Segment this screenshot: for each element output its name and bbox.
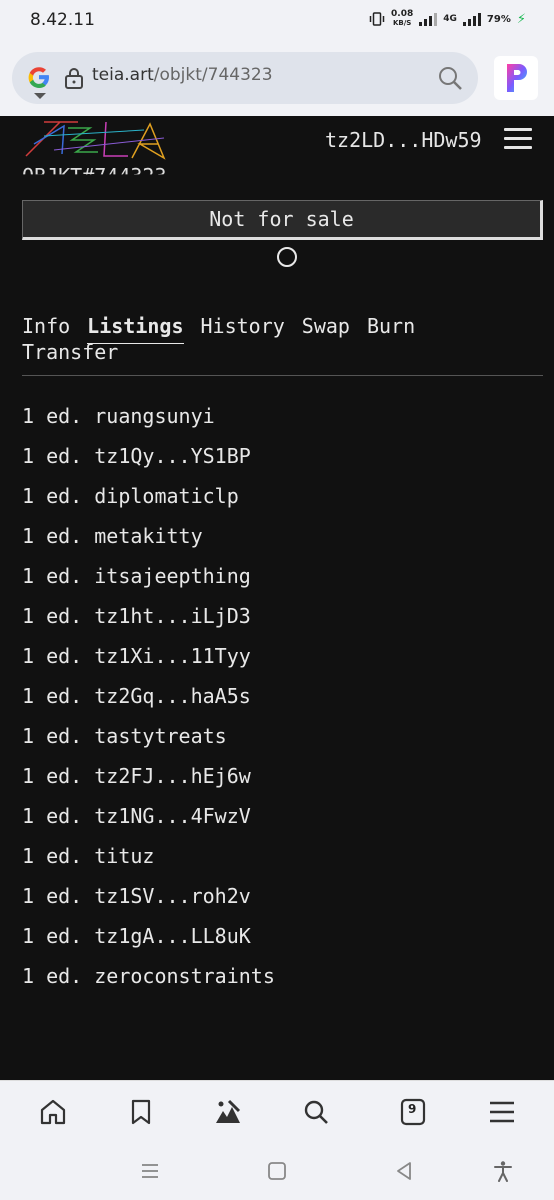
tab-history[interactable]: History	[201, 312, 285, 340]
listing-editions: 1 ed.	[22, 924, 83, 948]
listing-holder-link[interactable]: tz1Qy...YS1BP	[94, 444, 251, 468]
listing-editions: 1 ed.	[22, 524, 83, 548]
lock-icon[interactable]	[64, 66, 84, 90]
listing-row: 1 ed. ruangsunyi	[22, 401, 543, 441]
listing-holder-link[interactable]: tz1SV...roh2v	[94, 884, 251, 908]
listing-editions: 1 ed.	[22, 404, 83, 428]
listing-row: 1 ed. tz1Xi...11Tyy	[22, 641, 543, 681]
listing-editions: 1 ed.	[22, 604, 83, 628]
tabs-icon[interactable]: 9	[399, 1097, 429, 1127]
network-type: 4G	[443, 14, 457, 24]
extension-button[interactable]	[494, 56, 538, 100]
browser-toolbar: teia.art/objkt/744323	[0, 40, 554, 116]
net-speed: 0.08 KB/S	[391, 10, 413, 28]
listing-holder-link[interactable]: tz1ht...iLjD3	[94, 604, 251, 628]
bookmark-icon[interactable]	[126, 1097, 156, 1127]
listing-holder-link[interactable]: tz2Gq...haA5s	[94, 684, 251, 708]
listing-row: 1 ed. tz1Qy...YS1BP	[22, 441, 543, 481]
signal-icon	[419, 12, 438, 26]
listing-holder-link[interactable]: zeroconstraints	[94, 964, 275, 988]
listing-editions: 1 ed.	[22, 564, 83, 588]
tab-transfer[interactable]: Transfer	[22, 338, 118, 366]
not-for-sale-button[interactable]: Not for sale	[22, 200, 543, 240]
listing-holder-link[interactable]: tz1Xi...11Tyy	[94, 644, 251, 668]
listing-editions: 1 ed.	[22, 764, 83, 788]
address-bar[interactable]: teia.art/objkt/744323	[12, 52, 478, 104]
home-icon[interactable]	[38, 1097, 68, 1127]
listing-editions: 1 ed.	[22, 884, 83, 908]
listing-editions: 1 ed.	[22, 684, 83, 708]
listing-holder-link[interactable]: tastytreats	[94, 724, 226, 748]
home-square-icon[interactable]	[266, 1160, 288, 1182]
tab-swap[interactable]: Swap	[302, 312, 350, 340]
listing-editions: 1 ed.	[22, 484, 83, 508]
tab-info[interactable]: Info	[22, 312, 70, 340]
listing-row: 1 ed. tz2FJ...hEj6w	[22, 761, 543, 801]
listing-row: 1 ed. tz1ht...iLjD3	[22, 601, 543, 641]
charging-icon: ⚡	[516, 11, 526, 27]
accessibility-icon[interactable]	[492, 1160, 514, 1182]
status-bar: 8.42.11 0.08 KB/S 4G 79% ⚡	[0, 0, 554, 40]
url-text[interactable]: teia.art/objkt/744323	[92, 65, 273, 85]
listing-holder-link[interactable]: metakitty	[94, 524, 202, 548]
site-header: tz2LD...HDw59	[0, 116, 554, 166]
objkt-page: OBJKT#744323 Not for sale Info Listings Hi…	[0, 166, 554, 1080]
listing-editions: 1 ed.	[22, 804, 83, 828]
listing-holder-link[interactable]: ruangsunyi	[94, 404, 214, 428]
net-speed-value: 0.08	[391, 9, 414, 19]
listing-row: 1 ed. tz1NG...4FwzV	[22, 801, 543, 841]
loading-spinner-icon	[277, 247, 297, 267]
listing-row: 1 ed. tz2Gq...haA5s	[22, 681, 543, 721]
search-icon[interactable]	[301, 1097, 331, 1127]
browser-bottom-nav: 9	[0, 1080, 554, 1144]
listing-row: 1 ed. tz1gA...LL8uK	[22, 921, 543, 961]
objkt-tabs: Info Listings History Swap Burn Transfer	[22, 312, 543, 372]
google-icon[interactable]	[26, 64, 52, 90]
url-path: /objkt/744323	[153, 65, 273, 85]
listing-row: 1 ed. zeroconstraints	[22, 961, 543, 1001]
status-time: 8.42.11	[30, 10, 95, 30]
back-icon[interactable]	[393, 1160, 415, 1182]
chevron-down-icon	[34, 93, 46, 99]
listing-row: 1 ed. metakitty	[22, 521, 543, 561]
listing-holder-link[interactable]: tz1gA...LL8uK	[94, 924, 251, 948]
listing-editions: 1 ed.	[22, 444, 83, 468]
art-icon[interactable]	[213, 1097, 243, 1127]
menu-icon[interactable]	[487, 1097, 517, 1127]
listing-holder-link[interactable]: tituz	[94, 844, 154, 868]
listing-row: 1 ed. tz1SV...roh2v	[22, 881, 543, 921]
listing-row: 1 ed. diplomaticlp	[22, 481, 543, 521]
listing-holder-link[interactable]: diplomaticlp	[94, 484, 239, 508]
hamburger-menu-icon[interactable]	[504, 128, 532, 150]
listing-row: 1 ed. tastytreats	[22, 721, 543, 761]
signal-icon-2	[462, 12, 481, 26]
wallet-address[interactable]: tz2LD...HDw59	[325, 128, 482, 152]
extension-icon	[507, 64, 527, 92]
listings-list: 1 ed. ruangsunyi 1 ed. tz1Qy...YS1BP 1 ed.…	[22, 401, 543, 1001]
tabs-divider	[22, 375, 543, 376]
listing-editions: 1 ed.	[22, 644, 83, 668]
battery-level: 79%	[486, 13, 511, 25]
listing-holder-link[interactable]: itsajeepthing	[94, 564, 251, 588]
listing-row: 1 ed. tituz	[22, 841, 543, 881]
teia-logo[interactable]	[24, 116, 170, 162]
search-icon[interactable]	[436, 64, 464, 92]
listing-holder-link[interactable]: tz1NG...4FwzV	[94, 804, 251, 828]
net-speed-unit: KB/S	[392, 19, 412, 27]
listing-holder-link[interactable]: tz2FJ...hEj6w	[94, 764, 251, 788]
listing-editions: 1 ed.	[22, 964, 83, 988]
tab-burn[interactable]: Burn	[367, 312, 415, 340]
listing-editions: 1 ed.	[22, 844, 83, 868]
vibrate-icon	[369, 12, 385, 26]
objkt-title: OBJKT#744323	[22, 166, 167, 188]
listing-row: 1 ed. itsajeepthing	[22, 561, 543, 601]
status-icons: 0.08 KB/S 4G 79% ⚡	[369, 10, 526, 28]
recents-icon[interactable]	[139, 1160, 161, 1182]
tab-count: 9	[408, 1102, 417, 1116]
listing-editions: 1 ed.	[22, 724, 83, 748]
url-domain: teia.art	[92, 65, 154, 85]
system-nav	[0, 1144, 554, 1200]
